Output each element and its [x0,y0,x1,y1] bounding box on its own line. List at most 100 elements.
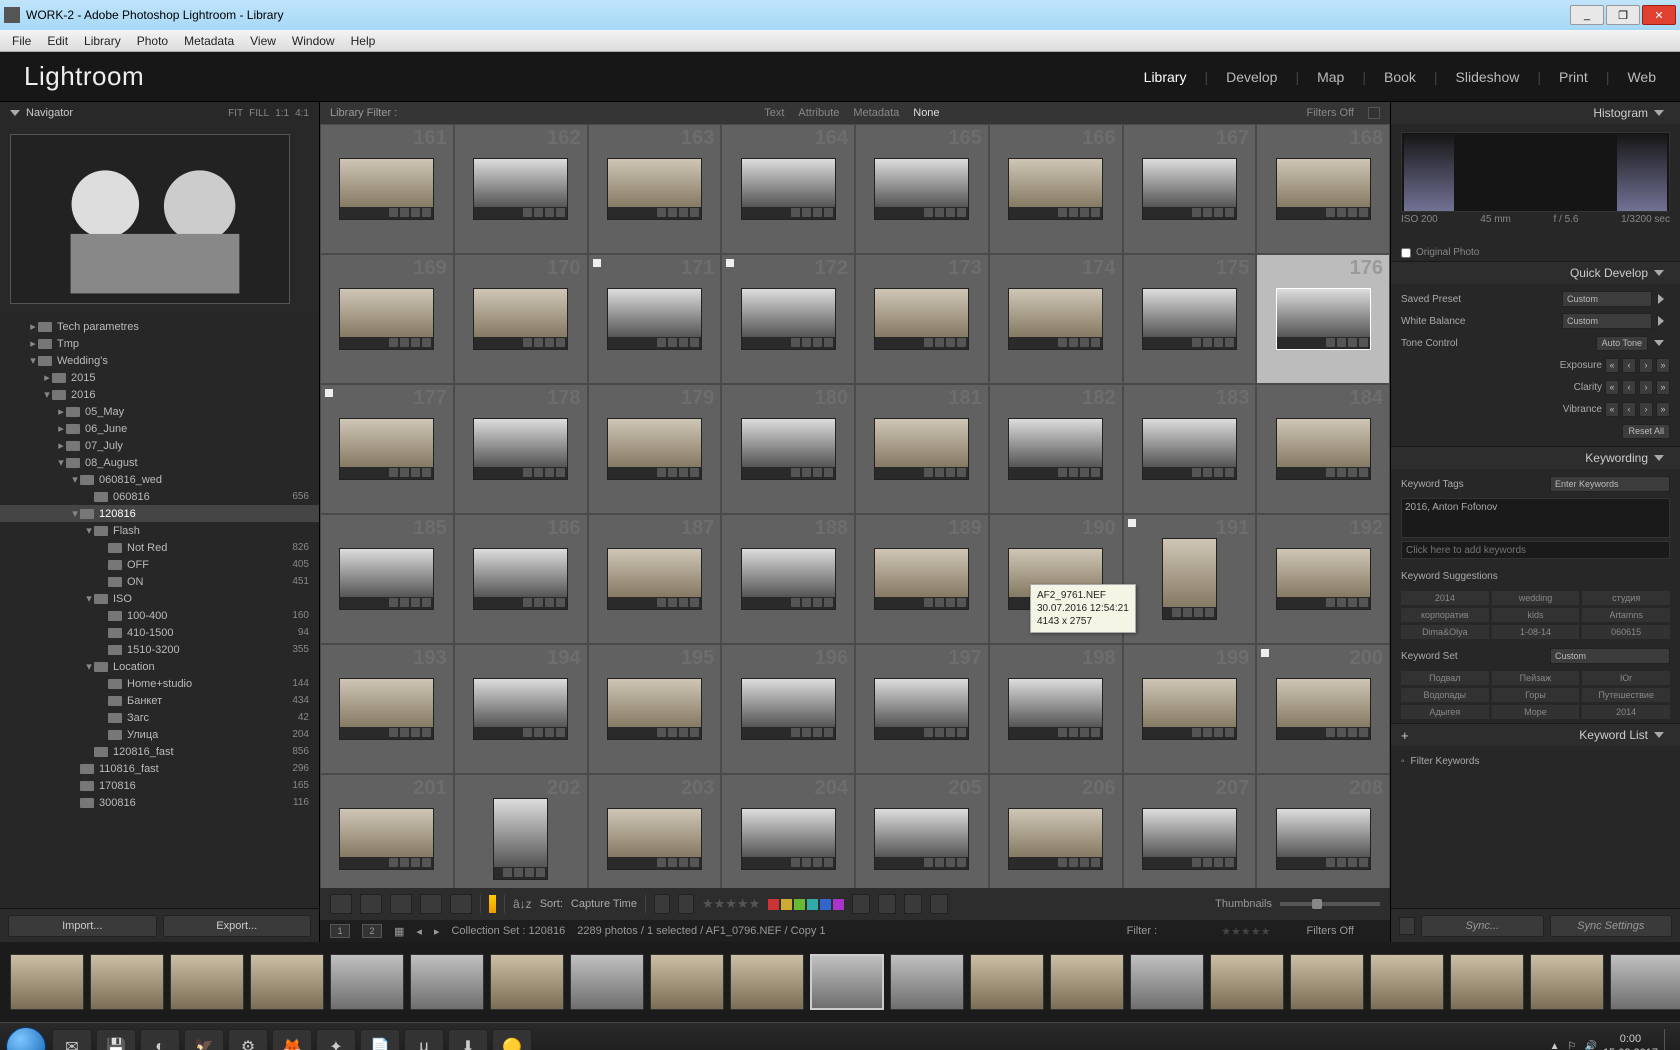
disclosure-icon[interactable]: ▸ [28,337,38,350]
secondary-display-1[interactable]: 1 [330,924,350,938]
keyword-set-item[interactable]: Пейзаж [1492,671,1580,685]
grid-cell[interactable]: 181 [855,384,989,514]
folder-06_june[interactable]: ▸06_June [0,420,319,437]
keyword-set-item[interactable]: Море [1492,705,1580,719]
taskbar-app-icon[interactable]: 🟡 [492,1029,532,1050]
vibrance-dec[interactable]: ‹ [1622,402,1636,417]
grid-cell[interactable]: 198 [989,644,1123,774]
disclosure-icon[interactable]: ▸ [56,405,66,418]
grid-cell[interactable]: 183 [1123,384,1257,514]
vibrance-dec2[interactable]: « [1605,402,1619,417]
grid-view[interactable]: 1611621631641651661671681691701711721731… [320,124,1390,888]
menu-view[interactable]: View [242,34,284,48]
current-keywords[interactable]: 2016, Anton Fofonov [1405,502,1497,513]
keyword-set-item[interactable]: Путешествие [1582,688,1670,702]
folder-off[interactable]: OFF405 [0,556,319,573]
keyword-set-item[interactable]: Водопады [1401,688,1489,702]
status-lock-icon[interactable] [1366,924,1380,938]
folder-location[interactable]: ▾Location [0,658,319,675]
status-flag-reject[interactable] [1195,924,1209,938]
grid-cell[interactable]: 177 [320,384,454,514]
import-button[interactable]: Import... [8,915,157,937]
grid-cell[interactable]: 176 [1256,254,1390,384]
grid-cell[interactable]: 179 [588,384,722,514]
menu-photo[interactable]: Photo [129,34,176,48]
grid-cell[interactable]: 163 [588,124,722,254]
grid-cell[interactable]: 204 [721,774,855,888]
taskbar-app-icon[interactable]: 📄 [360,1029,400,1050]
grid-cell[interactable]: 195 [588,644,722,774]
saved-preset-select[interactable]: Custom [1562,291,1652,307]
sync-lock-icon[interactable] [1399,917,1415,935]
disclosure-icon[interactable]: ▾ [28,354,38,367]
menu-file[interactable]: File [4,34,39,48]
grid-cell[interactable]: 184 [1256,384,1390,514]
folder-08_august[interactable]: ▾08_August [0,454,319,471]
secondary-display-2[interactable]: 2 [362,924,382,938]
navigator-header[interactable]: Navigator FIT FILL 1:1 4:1 [0,102,319,124]
go-back-icon[interactable]: ◂ [416,925,422,938]
filmstrip-thumb[interactable] [1450,954,1524,1010]
nav-fit[interactable]: FIT [228,108,243,119]
grid-cell[interactable]: 201 [320,774,454,888]
filmstrip-thumb[interactable] [650,954,724,1010]
grid-cell[interactable]: 161 [320,124,454,254]
grid-cell[interactable]: 194 [454,644,588,774]
filter-none[interactable]: None [913,107,939,119]
navigator-preview[interactable] [0,124,319,314]
maximize-button[interactable]: ❐ [1606,5,1640,25]
taskbar-app-icon[interactable]: ✉ [52,1029,92,1050]
filmstrip-thumb[interactable] [1130,954,1204,1010]
grid-cell[interactable]: 187 [588,514,722,644]
go-fwd-icon[interactable]: ▸ [434,925,440,938]
module-develop[interactable]: Develop [1226,69,1277,85]
grid-cell[interactable]: 175 [1123,254,1257,384]
taskbar-app-icon[interactable]: ⚙ [228,1029,268,1050]
color-label-swatch[interactable] [833,899,844,910]
taskbar-app-icon[interactable]: ✦ [316,1029,356,1050]
exposure-inc2[interactable]: » [1656,358,1670,373]
keyword-set-item[interactable]: Юг [1582,671,1670,685]
keyword-mode-select[interactable]: Enter Keywords [1550,476,1670,492]
exposure-dec[interactable]: ‹ [1622,358,1636,373]
grid-cell[interactable]: 188 [721,514,855,644]
folder-загс[interactable]: Загс42 [0,709,319,726]
grid-cell[interactable]: 167 [1123,124,1257,254]
folder-07_july[interactable]: ▸07_July [0,437,319,454]
module-map[interactable]: Map [1317,69,1344,85]
module-print[interactable]: Print [1559,69,1588,85]
close-button[interactable]: ✕ [1642,5,1676,25]
quick-develop-header[interactable]: Quick Develop [1391,262,1680,284]
histogram-graph[interactable] [1401,132,1670,212]
add-keywords-input[interactable] [1401,541,1670,559]
histogram-header[interactable]: Histogram [1391,102,1680,124]
painter-tool[interactable] [489,895,496,913]
keyword-suggestion[interactable]: 060615 [1582,625,1670,639]
color-label-swatch[interactable] [820,899,831,910]
menu-help[interactable]: Help [343,34,384,48]
nav-prev-button[interactable] [904,894,922,914]
keyword-set-item[interactable]: 2014 [1582,705,1670,719]
reset-all-button[interactable]: Reset All [1622,424,1670,439]
clarity-dec[interactable]: ‹ [1622,380,1636,395]
taskbar-app-icon[interactable]: 💾 [96,1029,136,1050]
filmstrip-thumb[interactable] [90,954,164,1010]
grid-cell[interactable]: 205 [855,774,989,888]
expand-icon[interactable] [1658,316,1664,326]
rotate-left-button[interactable] [852,894,870,914]
module-slideshow[interactable]: Slideshow [1456,69,1520,85]
people-view-button[interactable] [450,894,472,914]
grid-cell[interactable]: 168 [1256,124,1390,254]
grid-cell[interactable]: 172 [721,254,855,384]
disclosure-icon[interactable]: ▾ [42,388,52,401]
filmstrip[interactable] [0,942,1680,1022]
exposure-inc[interactable]: › [1639,358,1653,373]
grid-cell[interactable]: 185 [320,514,454,644]
grid-cell[interactable]: 164 [721,124,855,254]
grid-cell[interactable]: 174 [989,254,1123,384]
sort-value[interactable]: Capture Time [571,898,637,910]
keyword-suggestion[interactable]: 1-08-14 [1492,625,1580,639]
grid-cell[interactable]: 162 [454,124,588,254]
folder-home+studio[interactable]: Home+studio144 [0,675,319,692]
keyword-suggestion[interactable]: студия [1582,591,1670,605]
